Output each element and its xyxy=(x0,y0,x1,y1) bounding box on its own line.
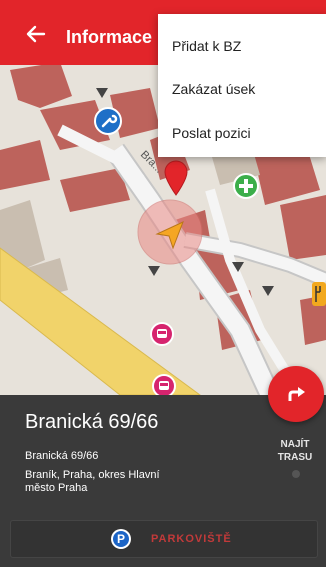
parking-button[interactable]: P PARKOVIŠTĚ xyxy=(10,520,318,558)
address-line-1: Branická 69/66 xyxy=(25,450,99,462)
indicator-dot xyxy=(292,470,300,478)
menu-item-add-to-favorites[interactable]: Přidat k BZ xyxy=(172,38,241,54)
restaurant-icon[interactable] xyxy=(312,282,326,306)
find-route-button[interactable] xyxy=(268,366,324,422)
find-route-label[interactable]: NAJÍT TRASU xyxy=(270,438,320,464)
location-pin-icon[interactable] xyxy=(163,160,189,196)
parking-label: PARKOVIŠTĚ xyxy=(151,533,232,545)
bus-stop-icon[interactable] xyxy=(152,374,176,395)
place-name: Branická 69/66 xyxy=(25,411,159,433)
overflow-menu: Přidat k BZ Zakázat úsek Poslat pozici xyxy=(158,14,326,157)
menu-item-block-segment[interactable]: Zakázat úsek xyxy=(172,81,255,97)
page-title: Informace xyxy=(66,27,153,47)
menu-item-send-position[interactable]: Poslat pozici xyxy=(172,125,251,141)
place-info-panel: Branická 69/66 Branická 69/66 Braník, Pr… xyxy=(0,395,326,567)
parking-icon: P xyxy=(111,529,131,549)
navigation-arrow-icon xyxy=(155,221,184,250)
address-line-2: Braník, Praha, okres Hlavní město Praha xyxy=(25,469,160,494)
plus-cross-icon[interactable] xyxy=(233,173,259,199)
turn-right-arrow-icon xyxy=(288,387,305,401)
arrow-left-icon[interactable] xyxy=(24,22,48,46)
wrench-icon[interactable] xyxy=(94,107,122,135)
bus-stop-icon[interactable] xyxy=(150,322,174,346)
